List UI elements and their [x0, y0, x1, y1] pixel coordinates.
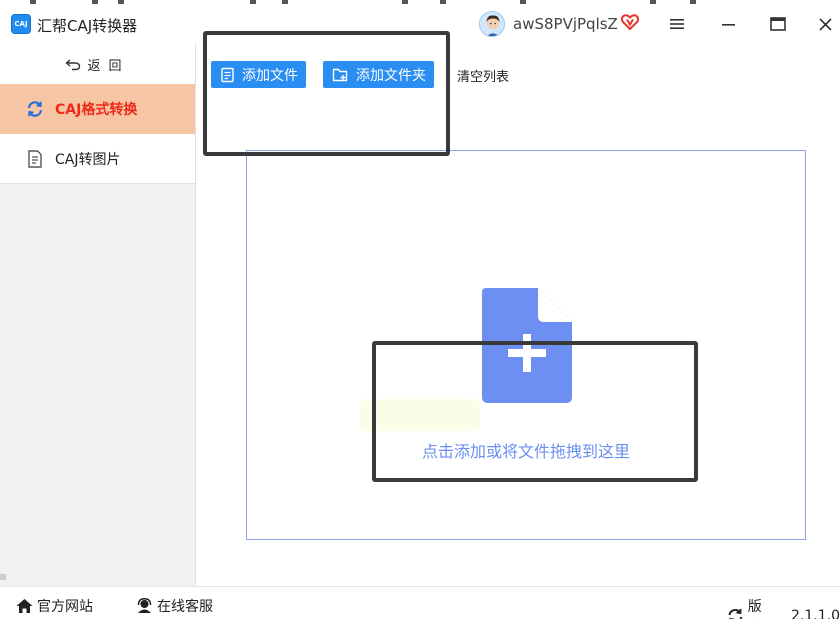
version-prefix: 版本： — [747, 599, 762, 615]
app-window: CAJ 汇帮CAJ转换器 awS8PVjPqlsZ 返回 CAJ格式转换 CAJ… — [0, 0, 840, 619]
sidebar-item-label: CAJ转图片 — [55, 151, 121, 168]
refresh-icon — [728, 608, 743, 619]
close-button[interactable] — [810, 10, 840, 38]
add-file-label: 添加文件 — [242, 66, 298, 83]
close-icon — [818, 17, 832, 31]
official-website-label: 官方网站 — [37, 599, 93, 615]
add-file-icon — [221, 67, 234, 82]
version-info[interactable]: 版本： 2.1.1.0 — [727, 596, 840, 619]
headset-icon — [137, 598, 152, 613]
heart-v-icon[interactable] — [621, 13, 639, 31]
menu-button[interactable] — [662, 10, 692, 38]
sidebar-scrollbar[interactable] — [0, 574, 6, 580]
back-arrow-icon — [65, 59, 81, 71]
add-folder-label: 添加文件夹 — [356, 66, 426, 83]
clear-list-button[interactable]: 清空列表 — [457, 66, 509, 85]
refresh-icon — [26, 100, 44, 118]
minimize-icon — [722, 24, 735, 26]
file-drop-zone[interactable]: 点击添加或将文件拖拽到这里 — [246, 150, 806, 540]
home-icon — [16, 599, 33, 613]
drop-hint-text: 点击添加或将文件拖拽到这里 — [421, 442, 630, 461]
main-panel: 添加文件 添加文件夹 清空列表 点击添加或将文件拖拽到这里 — [196, 44, 840, 586]
status-bar: 官方网站 在线客服 版本： 2.1.1.0 — [0, 586, 840, 619]
sidebar: 返回 CAJ格式转换 CAJ转图片 — [0, 44, 196, 586]
app-title: 汇帮CAJ转换器 — [37, 17, 138, 35]
sidebar-item-caj-convert[interactable]: CAJ格式转换 — [0, 84, 195, 134]
sidebar-item-label: CAJ格式转换 — [55, 102, 138, 118]
add-folder-button[interactable]: 添加文件夹 — [323, 61, 434, 88]
add-folder-icon — [332, 68, 348, 81]
sidebar-item-caj-to-image[interactable]: CAJ转图片 — [0, 134, 195, 184]
title-bar: CAJ 汇帮CAJ转换器 awS8PVjPqlsZ — [0, 6, 840, 44]
back-label: 返回 — [87, 58, 130, 74]
online-support-label: 在线客服 — [157, 599, 213, 615]
avatar-face-icon — [480, 12, 504, 36]
official-website-link[interactable]: 官方网站 — [16, 596, 93, 616]
app-logo-icon: CAJ — [11, 14, 31, 34]
version-number: 2.1.1.0 — [791, 608, 840, 619]
user-avatar[interactable] — [479, 11, 505, 37]
add-file-large-icon — [482, 288, 572, 403]
online-support-link[interactable]: 在线客服 — [136, 596, 213, 616]
hint-glow — [360, 399, 480, 431]
minimize-button[interactable] — [714, 10, 744, 38]
add-file-button[interactable]: 添加文件 — [211, 61, 306, 88]
sidebar-empty-area — [0, 185, 195, 586]
user-name[interactable]: awS8PVjPqlsZ — [513, 15, 618, 33]
document-icon — [26, 149, 44, 168]
maximize-button[interactable] — [763, 10, 793, 38]
maximize-icon — [770, 17, 786, 31]
menu-icon — [670, 19, 684, 29]
back-button[interactable]: 返回 — [0, 44, 195, 84]
